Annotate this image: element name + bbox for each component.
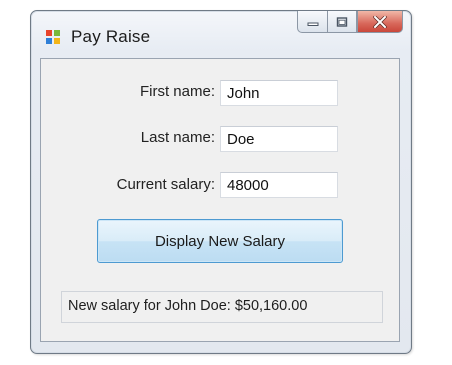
first-name-field[interactable] bbox=[220, 80, 338, 106]
current-salary-label: Current salary: bbox=[116, 176, 215, 193]
close-icon bbox=[373, 15, 387, 28]
title-bar[interactable]: Pay Raise bbox=[31, 11, 411, 59]
first-name-label: First name: bbox=[139, 83, 215, 100]
minimize-icon bbox=[307, 22, 318, 26]
close-button[interactable] bbox=[357, 11, 403, 33]
window-title: Pay Raise bbox=[71, 27, 151, 46]
minimize-button[interactable] bbox=[297, 11, 327, 33]
maximize-icon bbox=[336, 16, 348, 27]
current-salary-field[interactable] bbox=[220, 172, 338, 198]
last-name-label: Last name: bbox=[140, 129, 215, 146]
maximize-button[interactable] bbox=[327, 11, 357, 33]
last-name-field[interactable] bbox=[220, 126, 338, 152]
new-salary-output: New salary for John Doe: $50,160.00 bbox=[61, 291, 383, 323]
windows-forms-app-icon bbox=[46, 30, 60, 44]
form-client-area: First name: Last name: Current salary: D… bbox=[40, 58, 400, 342]
caption-buttons bbox=[297, 11, 403, 33]
display-new-salary-button[interactable]: Display New Salary bbox=[97, 219, 343, 263]
pay-raise-window: Pay Raise First name: John Last name: Do… bbox=[30, 10, 412, 354]
